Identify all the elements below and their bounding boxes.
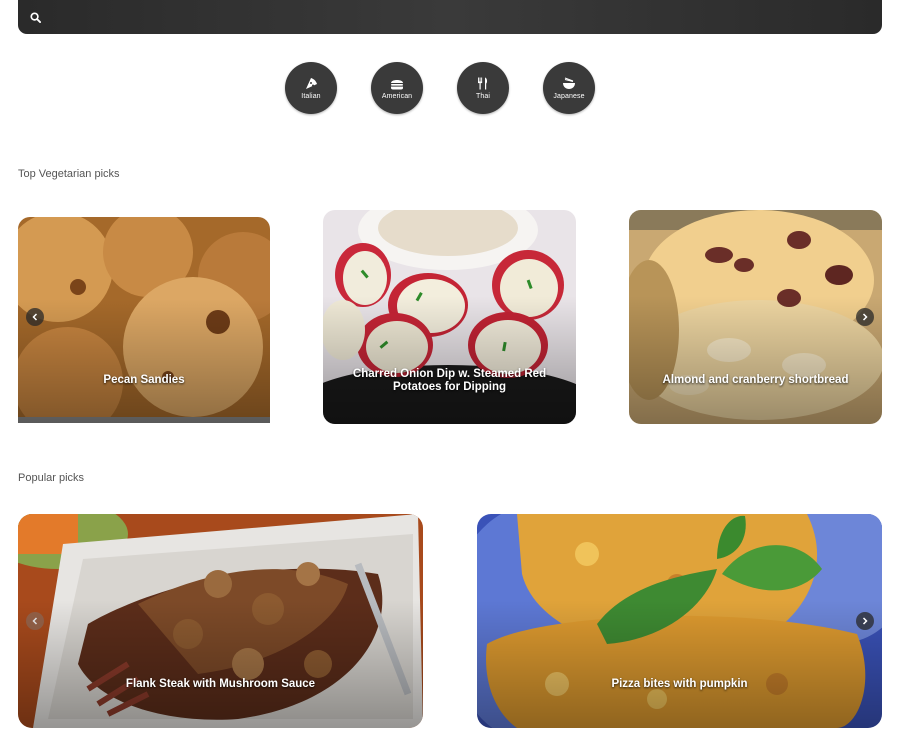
section-title-vegetarian: Top Vegetarian picks [18, 168, 120, 180]
recipe-card-charred-onion-dip[interactable]: Charred Onion Dip w. Steamed Red Potatoe… [323, 210, 576, 424]
utensils-icon [477, 77, 489, 91]
carousel-next-button[interactable] [856, 308, 874, 326]
cuisine-button-american[interactable]: American [371, 62, 423, 114]
card-shade [18, 299, 270, 423]
chevron-left-icon [31, 617, 39, 625]
pizza-icon [304, 77, 318, 91]
search-input[interactable] [41, 0, 882, 34]
recipe-card-flank-steak[interactable]: Flank Steak with Mushroom Sauce [18, 514, 423, 728]
cuisine-button-italian[interactable]: Italian [285, 62, 337, 114]
chevron-right-icon [861, 617, 869, 625]
recipe-title: Charred Onion Dip w. Steamed Red Potatoe… [352, 368, 547, 393]
recipe-card-pecan-sandies[interactable]: Pecan Sandies [18, 217, 270, 423]
carousel-prev-button[interactable] [26, 612, 44, 630]
search-icon[interactable] [30, 11, 41, 23]
search-bar [18, 0, 882, 34]
chevron-left-icon [31, 313, 39, 321]
cuisine-label: Italian [301, 92, 321, 100]
cuisine-label: Japanese [553, 92, 585, 100]
card-shade [477, 599, 882, 728]
card-shade [18, 599, 423, 728]
ramen-bowl-icon [562, 77, 576, 91]
cuisine-filters: Italian American Thai Japanese [285, 62, 595, 114]
recipe-title: Pizza bites with pumpkin [611, 678, 748, 690]
card-shade [323, 295, 576, 424]
recipe-title: Pecan Sandies [103, 374, 185, 386]
cuisine-button-thai[interactable]: Thai [457, 62, 509, 114]
chevron-right-icon [861, 313, 869, 321]
cuisine-label: Thai [475, 92, 491, 100]
section-title-popular: Popular picks [18, 472, 85, 484]
card-shade [629, 295, 882, 424]
cuisine-label: American [381, 92, 413, 100]
carousel-prev-button[interactable] [26, 308, 44, 326]
carousel-next-button[interactable] [856, 612, 874, 630]
burger-icon [390, 77, 404, 91]
cuisine-button-japanese[interactable]: Japanese [543, 62, 595, 114]
recipe-card-pizza-bites[interactable]: Pizza bites with pumpkin [477, 514, 882, 728]
recipe-card-almond-shortbread[interactable]: Almond and cranberry shortbread [629, 210, 882, 424]
recipe-title: Flank Steak with Mushroom Sauce [125, 678, 316, 690]
recipe-title: Almond and cranberry shortbread [662, 374, 849, 386]
